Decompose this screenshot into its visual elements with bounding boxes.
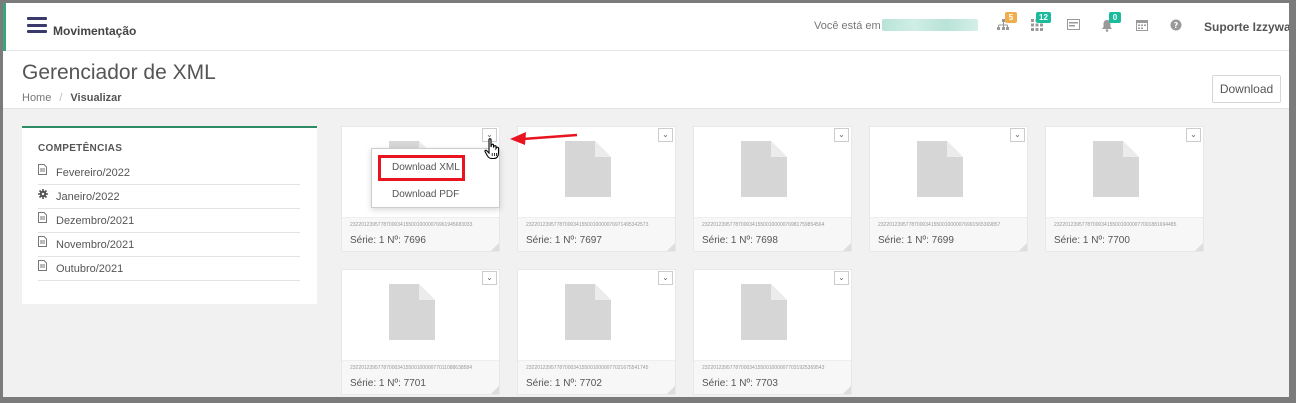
location-label: Você está em : xyxy=(814,20,887,32)
document-icon xyxy=(917,141,963,197)
menu-icon[interactable] xyxy=(27,17,47,33)
gear-icon xyxy=(38,185,56,209)
document-icon xyxy=(741,284,787,340)
access-key: 2322012395778700034155001000007699156536… xyxy=(878,222,1001,228)
download-button[interactable]: Download xyxy=(1212,75,1281,103)
access-key: 2322012395778700034155001000007703192536… xyxy=(702,365,825,371)
competencia-label: Outubro/2021 xyxy=(56,262,124,275)
document-icon xyxy=(565,141,611,197)
competencia-label: Novembro/2021 xyxy=(56,238,135,251)
document-icon xyxy=(389,284,435,340)
bell-badge: 0 xyxy=(1109,12,1121,23)
grid-badge: 12 xyxy=(1036,12,1051,23)
top-bar: Movimentação Você está em : 5 12 0 ? Sup… xyxy=(3,3,1289,51)
serie-number: Série: 1 Nº: 7702 xyxy=(526,378,602,389)
help-icon[interactable]: ? xyxy=(1169,19,1183,33)
document-icon xyxy=(741,141,787,197)
access-key: 2322012395778700034155001000007696194568… xyxy=(350,222,473,228)
competencia-item[interactable]: Dezembro/2021 xyxy=(38,209,300,233)
breadcrumb: Home / Visualizar xyxy=(22,92,122,104)
serie-number: Série: 1 Nº: 7701 xyxy=(350,378,426,389)
file-icon xyxy=(38,233,56,257)
page-header: Gerenciador de XML Home / Visualizar Downl… xyxy=(3,51,1289,109)
competencia-item[interactable]: Outubro/2021 xyxy=(38,257,300,281)
breadcrumb-current: Visualizar xyxy=(70,92,122,104)
xml-card[interactable]: ⌄ 23220123957787000341550010000077031925… xyxy=(693,269,852,395)
competencia-label: Dezembro/2021 xyxy=(56,214,135,227)
window-frame: Movimentação Você está em : 5 12 0 ? Sup… xyxy=(0,0,1296,403)
competencia-item[interactable]: Fevereiro/2022 xyxy=(38,161,300,185)
xml-card[interactable]: ⌄ 23220123957787000341550010000076981759… xyxy=(693,126,852,252)
competencias-title: COMPETÊNCIAS xyxy=(38,143,123,154)
document-icon xyxy=(1093,141,1139,197)
calendar-icon[interactable] xyxy=(1135,19,1149,33)
card-icon[interactable] xyxy=(1066,19,1080,33)
app-screen: Movimentação Você está em : 5 12 0 ? Sup… xyxy=(3,3,1289,397)
card-menu-toggle[interactable]: ⌄ xyxy=(834,271,849,285)
access-key: 2322012395778700034155001000007698175985… xyxy=(702,222,825,228)
file-icon xyxy=(38,209,56,233)
serie-number: Série: 1 Nº: 7703 xyxy=(702,378,778,389)
annotation-arrow-icon xyxy=(510,132,578,145)
download-pdf-option[interactable]: Download PDF xyxy=(372,183,499,207)
sitemap-badge: 5 xyxy=(1005,12,1017,23)
access-key: 2322012395778700034155001000007697149534… xyxy=(526,222,649,228)
serie-number: Série: 1 Nº: 7698 xyxy=(702,235,778,246)
serie-number: Série: 1 Nº: 7696 xyxy=(350,235,426,246)
card-menu-toggle[interactable]: ⌄ xyxy=(834,128,849,142)
user-menu[interactable]: Suporte Izzyway xyxy=(1204,20,1289,34)
card-menu-toggle[interactable]: ⌄ xyxy=(1186,128,1201,142)
xml-card[interactable]: ⌄ 23220123957787000341550010000077021675… xyxy=(517,269,676,395)
access-key: 2322012395778700034155001000007700188169… xyxy=(1054,222,1177,228)
competencia-label: Janeiro/2022 xyxy=(56,190,120,203)
module-title: Movimentação xyxy=(53,24,137,38)
xml-card[interactable]: ⌄ 23220123957787000341550010000077011088… xyxy=(341,269,500,395)
xml-card[interactable]: ⌄ 23220123957787000341550010000076991565… xyxy=(869,126,1028,252)
breadcrumb-home[interactable]: Home xyxy=(22,92,51,104)
file-icon xyxy=(38,257,56,281)
xml-card[interactable]: ⌄ 23220123957787000341550010000077001881… xyxy=(1045,126,1204,252)
access-key: 2322012395778700034155001000007702167554… xyxy=(526,365,649,371)
competencia-label: Fevereiro/2022 xyxy=(56,166,130,179)
serie-number: Série: 1 Nº: 7699 xyxy=(878,235,954,246)
card-menu-toggle[interactable]: ⌄ xyxy=(658,271,673,285)
highlight-box xyxy=(378,155,465,181)
document-icon xyxy=(565,284,611,340)
competencias-panel: COMPETÊNCIAS Fevereiro/2022 Janeiro/2022… xyxy=(22,126,317,304)
serie-number: Série: 1 Nº: 7700 xyxy=(1054,235,1130,246)
card-menu-toggle[interactable]: ⌄ xyxy=(658,128,673,142)
card-dropdown-menu: Download XML Download PDF xyxy=(371,148,500,208)
accent-strip xyxy=(3,3,6,51)
competencias-list: Fevereiro/2022 Janeiro/2022 Dezembro/202… xyxy=(38,161,300,281)
svg-text:?: ? xyxy=(1174,21,1179,30)
hand-cursor-icon xyxy=(484,138,500,160)
card-menu-toggle[interactable]: ⌄ xyxy=(482,271,497,285)
location-value-redacted xyxy=(882,19,978,31)
card-menu-toggle[interactable]: ⌄ xyxy=(1010,128,1025,142)
page-title: Gerenciador de XML xyxy=(22,61,216,84)
serie-number: Série: 1 Nº: 7697 xyxy=(526,235,602,246)
competencia-item[interactable]: Novembro/2021 xyxy=(38,233,300,257)
access-key: 2322012395778700034155001000007701108863… xyxy=(350,365,472,371)
file-icon xyxy=(38,161,56,185)
competencia-item[interactable]: Janeiro/2022 xyxy=(38,185,300,209)
